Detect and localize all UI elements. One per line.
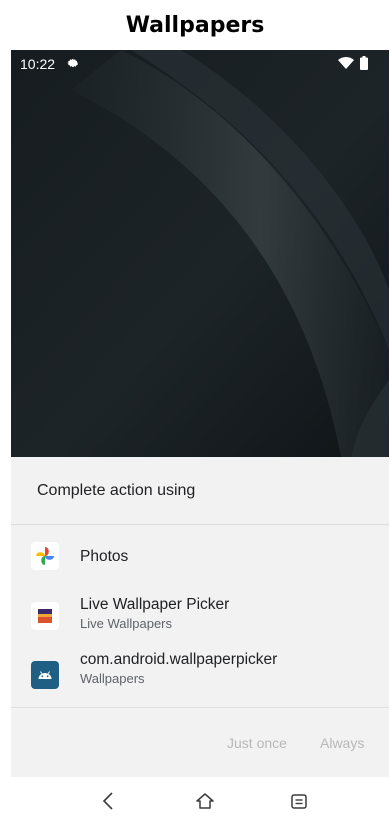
app-option-live-wallpaper-picker[interactable]: Live Wallpaper Picker Live Wallpapers	[11, 587, 389, 642]
just-once-button[interactable]: Just once	[227, 735, 287, 751]
back-icon[interactable]	[99, 791, 119, 811]
app-option-photos[interactable]: Photos	[11, 527, 389, 585]
wallpaper-preview	[11, 50, 389, 457]
app-name: Photos	[80, 548, 129, 565]
app-subtitle: Wallpapers	[80, 671, 145, 686]
dialog-button-bar: Just once Always	[11, 707, 389, 777]
settings-gear-icon	[67, 58, 79, 68]
status-time: 10:22	[20, 56, 56, 72]
navigation-bar	[11, 777, 389, 825]
battery-icon	[360, 56, 368, 70]
complete-action-dialog: Complete action using Photos Live Wallpa…	[11, 457, 389, 777]
app-name: Live Wallpaper Picker	[80, 596, 230, 613]
android-wallpaperpicker-icon	[31, 661, 59, 689]
phone-screen: 10:22 Complete action using Photos Live …	[11, 50, 389, 825]
app-subtitle: Live Wallpapers	[80, 616, 173, 631]
app-name: com.android.wallpaperpicker	[80, 651, 278, 668]
live-wallpaper-picker-icon	[31, 602, 59, 630]
dialog-title: Complete action using	[11, 457, 389, 525]
app-option-wallpaperpicker[interactable]: com.android.wallpaperpicker Wallpapers	[11, 645, 389, 700]
home-icon[interactable]	[195, 791, 215, 811]
page-caption: Wallpapers	[125, 12, 265, 38]
recents-icon[interactable]	[289, 791, 309, 811]
wifi-icon	[338, 57, 354, 69]
photos-icon	[31, 542, 59, 570]
status-bar: 10:22	[11, 50, 389, 78]
always-button[interactable]: Always	[320, 735, 364, 751]
